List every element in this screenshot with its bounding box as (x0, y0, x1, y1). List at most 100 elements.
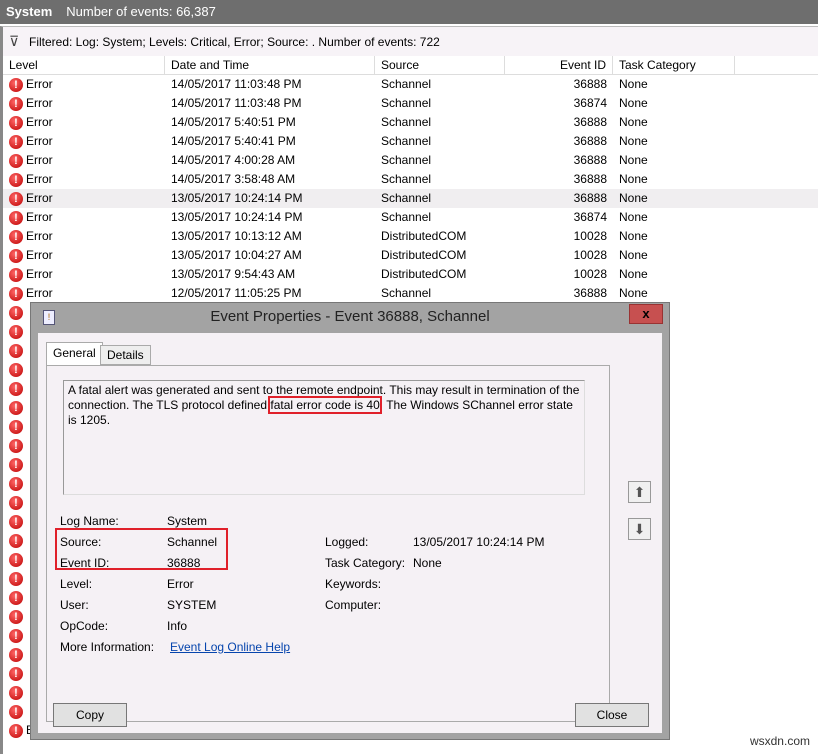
cell-event-id: 36874 (505, 208, 613, 227)
cell-text: 13/05/2017 10:24:14 PM (171, 191, 303, 205)
cell-text: 14/05/2017 5:40:51 PM (171, 115, 296, 129)
table-row[interactable]: ! Error 14/05/2017 5:40:51 PM Schannel 36888… (3, 113, 818, 132)
col-source[interactable]: Source (375, 56, 505, 74)
next-event-button[interactable]: ⬇ (628, 518, 651, 540)
cell-text: DistributedCOM (381, 229, 467, 243)
error-icon: ! (9, 343, 23, 358)
tab-details[interactable]: Details (100, 345, 151, 365)
event-description[interactable]: A fatal alert was generated and sent to … (63, 380, 585, 495)
col-level[interactable]: Level (3, 56, 165, 74)
cell-text: 13/05/2017 10:04:27 AM (171, 248, 302, 262)
col-task[interactable]: Task Category (613, 56, 735, 74)
cell-text: 36874 (573, 210, 607, 224)
col-date[interactable]: Date and Time (165, 56, 375, 74)
cell-source: Schannel (375, 151, 505, 170)
filter-text: Filtered: Log: System; Levels: Critical,… (29, 35, 440, 49)
error-icon: ! (9, 191, 23, 206)
table-row[interactable]: ! Error 13/05/2017 10:24:14 PM Schannel 3688… (3, 189, 818, 208)
level-value: Error (167, 577, 194, 591)
cell-text: Error (26, 267, 53, 281)
previous-event-button[interactable]: ⬆ (628, 481, 651, 503)
error-icon: ! (9, 362, 23, 377)
table-row[interactable]: ! Error 13/05/2017 10:13:12 AM DistributedC… (3, 227, 818, 246)
cell-task: None (613, 170, 735, 189)
table-row[interactable]: ! Error 14/05/2017 3:58:48 AM Schannel 36888… (3, 170, 818, 189)
cell-date: 13/05/2017 10:24:14 PM (165, 189, 375, 208)
table-row[interactable]: ! Error 14/05/2017 5:40:41 PM Schannel 36888… (3, 132, 818, 151)
error-icon: ! (9, 248, 23, 263)
cell-event-id: 36888 (505, 189, 613, 208)
table-row[interactable]: ! Error 13/05/2017 10:24:14 PM Schannel 3687… (3, 208, 818, 227)
window-title-bar: System Number of events: 66,387 (0, 0, 818, 24)
cell-task: None (613, 132, 735, 151)
cell-text: DistributedCOM (381, 248, 467, 262)
error-icon: ! (9, 438, 23, 453)
cell-source: Schannel (375, 208, 505, 227)
cell-text: 36888 (573, 172, 607, 186)
error-icon: ! (9, 514, 23, 529)
cell-text: None (619, 77, 648, 91)
error-icon: ! (9, 609, 23, 624)
arrow-down-icon: ⬇ (633, 521, 646, 537)
cell-text: DistributedCOM (381, 267, 467, 281)
highlighted-error-code: fatal error code is 40 (268, 396, 382, 414)
event-log-help-link[interactable]: Event Log Online Help (170, 640, 290, 654)
copy-button[interactable]: Copy (53, 703, 127, 727)
cell-text: Error (26, 248, 53, 262)
error-icon: ! (9, 476, 23, 491)
cell-level: !Error (3, 227, 165, 246)
cell-task: None (613, 189, 735, 208)
cell-text: Schannel (381, 77, 432, 91)
cell-source: Schannel (375, 75, 505, 94)
table-row[interactable]: ! Error 14/05/2017 4:00:28 AM Schannel 36888… (3, 151, 818, 170)
cell-text: None (619, 172, 648, 186)
error-icon: ! (9, 305, 23, 320)
cell-text: None (619, 191, 648, 205)
cell-text: 36888 (573, 134, 607, 148)
error-icon: ! (9, 666, 23, 681)
dialog-title: Event Properties - Event 36888, Schannel (210, 308, 490, 325)
cell-text: Error (26, 210, 53, 224)
error-icon: ! (9, 286, 23, 301)
arrow-up-icon: ⬆ (633, 484, 646, 500)
event-properties-dialog: ! Event Properties - Event 36888, Schann… (30, 302, 670, 740)
cell-source: Schannel (375, 132, 505, 151)
cell-date: 14/05/2017 5:40:41 PM (165, 132, 375, 151)
error-icon: ! (9, 647, 23, 662)
cell-text: Error (26, 77, 53, 91)
cell-date: 14/05/2017 11:03:48 PM (165, 94, 375, 113)
table-row[interactable]: ! Error 13/05/2017 10:04:27 AM DistributedC… (3, 246, 818, 265)
cell-event-id: 36888 (505, 75, 613, 94)
cell-text: None (619, 248, 648, 262)
close-button[interactable]: Close (575, 703, 649, 727)
cell-date: 14/05/2017 3:58:48 AM (165, 170, 375, 189)
cell-text: 36888 (573, 191, 607, 205)
cell-event-id: 36888 (505, 132, 613, 151)
log-name: System (6, 4, 53, 19)
col-event-id[interactable]: Event ID (505, 56, 613, 74)
cell-text: Error (26, 115, 53, 129)
cell-text: 36888 (573, 286, 607, 300)
filter-icon: ⊽ (9, 33, 20, 49)
cell-task: None (613, 208, 735, 227)
cell-text: Schannel (381, 115, 432, 129)
error-icon: ! (9, 400, 23, 415)
cell-source: Schannel (375, 189, 505, 208)
tab-general[interactable]: General (46, 342, 103, 366)
cell-task: None (613, 265, 735, 284)
table-row[interactable]: ! Error 14/05/2017 11:03:48 PM Schannel 3688… (3, 75, 818, 94)
cell-event-id: 36888 (505, 113, 613, 132)
cell-task: None (613, 227, 735, 246)
cell-level: !Error (3, 189, 165, 208)
cell-text: 13/05/2017 10:13:12 AM (171, 229, 302, 243)
opcode-value: Info (167, 619, 188, 633)
table-row[interactable]: ! Error 14/05/2017 11:03:48 PM Schannel 3687… (3, 94, 818, 113)
table-row[interactable]: ! Error 13/05/2017 9:54:43 AM DistributedCO… (3, 265, 818, 284)
cell-text: None (619, 210, 648, 224)
cell-level: !Error (3, 170, 165, 189)
cell-text: 10028 (573, 248, 607, 262)
watermark: wsxdn.com (749, 734, 810, 748)
cell-text: 14/05/2017 11:03:48 PM (171, 96, 302, 110)
close-icon[interactable]: x (629, 304, 663, 324)
cell-text: None (619, 115, 648, 129)
